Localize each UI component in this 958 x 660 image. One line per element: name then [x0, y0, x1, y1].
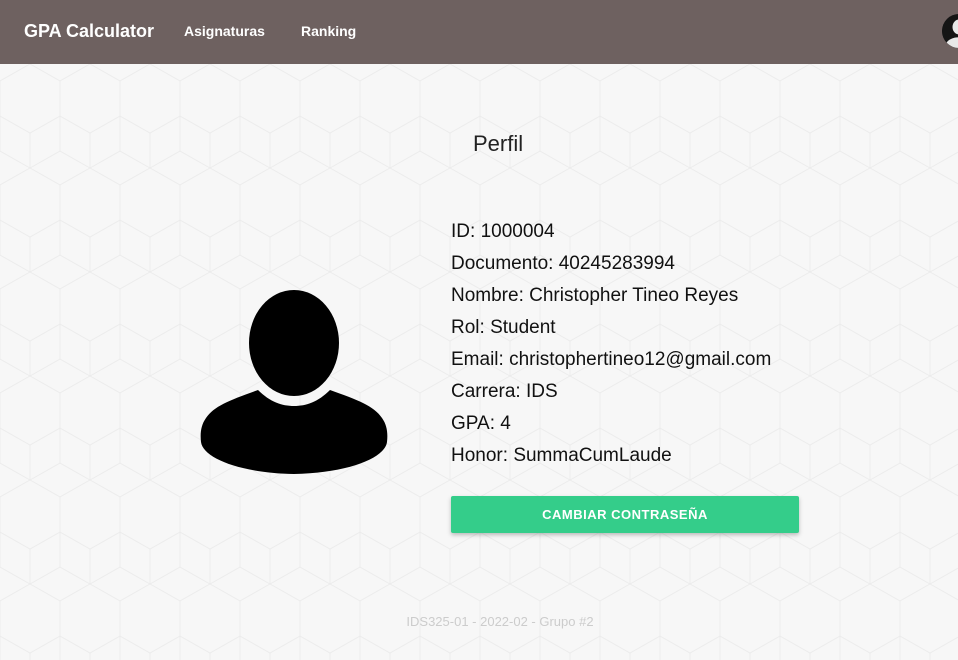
field-documento: Documento: 40245283994 — [451, 252, 771, 284]
field-value: christophertineo12@gmail.com — [509, 349, 772, 370]
user-silhouette-icon — [200, 290, 388, 474]
page-title: Perfil — [473, 131, 524, 156]
user-avatar-icon[interactable] — [942, 14, 958, 48]
field-value: IDS — [525, 381, 558, 402]
field-label: Email: — [451, 349, 504, 370]
field-value: 1000004 — [480, 221, 555, 242]
nav-link-asignaturas[interactable]: Asignaturas — [184, 23, 265, 40]
field-label: Nombre: — [451, 285, 524, 306]
field-label: Carrera: — [451, 381, 521, 402]
field-value: 4 — [500, 413, 511, 434]
change-password-button[interactable]: CAMBIAR CONTRASEÑA — [451, 496, 799, 533]
field-id: ID: 1000004 — [451, 220, 771, 252]
field-nombre: Nombre: Christopher Tineo Reyes — [451, 284, 771, 316]
profile-content: Perfil ID: 1000004 Documento: 4024528399… — [0, 0, 958, 660]
field-gpa: GPA: 4 — [451, 412, 771, 444]
field-value: SummaCumLaude — [513, 445, 672, 466]
field-value: Student — [490, 317, 556, 338]
field-label: GPA: — [451, 413, 495, 434]
field-rol: Rol: Student — [451, 316, 771, 348]
field-label: Documento: — [451, 253, 554, 274]
field-label: Honor: — [451, 445, 509, 466]
field-value: 40245283994 — [558, 253, 675, 274]
nav-link-ranking[interactable]: Ranking — [301, 23, 356, 40]
field-email: Email: christophertineo12@gmail.com — [451, 348, 771, 380]
brand-link[interactable]: GPA Calculator — [24, 20, 154, 42]
field-value: Christopher Tineo Reyes — [529, 285, 739, 306]
field-honor: Honor: SummaCumLaude — [451, 444, 771, 476]
field-carrera: Carrera: IDS — [451, 380, 771, 412]
field-label: ID: — [451, 221, 476, 242]
navbar: GPA Calculator Asignaturas Ranking — [0, 0, 958, 64]
field-label: Rol: — [451, 317, 485, 338]
footer-text: IDS325-01 - 2022-02 - Grupo #2 — [406, 614, 594, 629]
profile-info-list: ID: 1000004 Documento: 40245283994 Nombr… — [451, 220, 771, 476]
